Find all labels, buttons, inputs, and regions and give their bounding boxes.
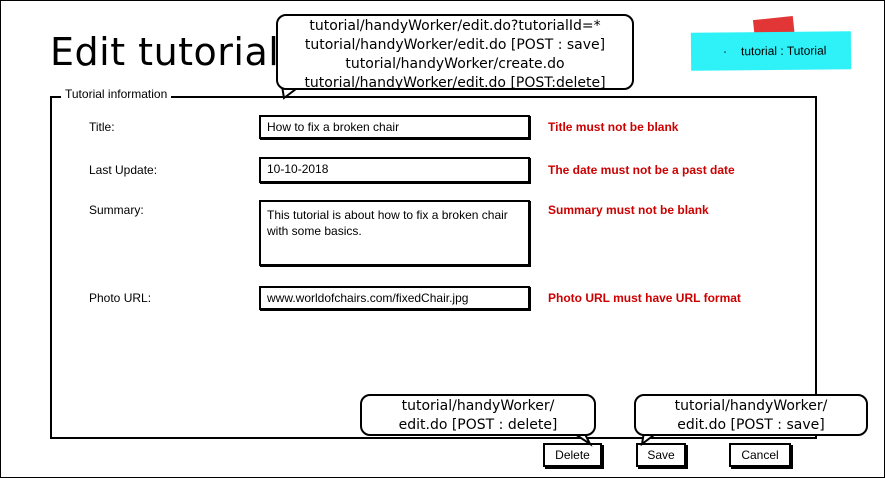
photo-url-label: Photo URL:	[89, 291, 152, 305]
summary-error: Summary must not be blank	[548, 203, 709, 217]
callout-delete-line2: edit.do [POST : delete]	[398, 417, 558, 433]
sticky-note: · tutorial : Tutorial	[690, 31, 852, 71]
last-update-error: The date must not be a past date	[548, 163, 735, 177]
last-update-label: Last Update:	[89, 163, 158, 177]
title-label: Title:	[89, 120, 115, 134]
sticky-note-text: tutorial : Tutorial	[740, 43, 827, 59]
callout-top-line2: tutorial/handyWorker/edit.do [POST : sav…	[304, 37, 606, 53]
title-input[interactable]: How to fix a broken chair	[259, 115, 530, 139]
title-error: Title must not be blank	[548, 120, 679, 134]
callout-save-line2: edit.do [POST : save]	[677, 417, 825, 433]
callout-top-line3: tutorial/handyWorker/create.do	[345, 56, 565, 72]
tutorial-fieldset	[50, 96, 817, 439]
page-title: Edit tutorial	[50, 30, 280, 74]
photo-url-error: Photo URL must have URL format	[548, 291, 741, 305]
callout-delete: tutorial/handyWorker/ edit.do [POST : de…	[360, 394, 596, 436]
photo-url-input[interactable]: www.worldofchairs.com/fixedChair.jpg	[259, 286, 530, 310]
callout-save: tutorial/handyWorker/ edit.do [POST : sa…	[634, 394, 868, 436]
fieldset-legend: Tutorial information	[61, 87, 172, 101]
callout-top-line4: tutorial/handyWorker/edit.do [POST:delet…	[304, 75, 606, 91]
summary-textarea[interactable]: This tutorial is about how to fix a brok…	[259, 200, 530, 266]
callout-top-line1: tutorial/handyWorker/edit.do?tutorialId=…	[309, 18, 601, 34]
bullet-icon: ·	[722, 44, 728, 59]
callout-delete-line1: tutorial/handyWorker/	[401, 398, 555, 414]
summary-label: Summary:	[89, 203, 144, 217]
last-update-input[interactable]: 10-10-2018	[259, 157, 530, 183]
callout-save-line1: tutorial/handyWorker/	[674, 398, 828, 414]
callout-top: tutorial/handyWorker/edit.do?tutorialId=…	[276, 14, 634, 91]
cancel-button[interactable]: Cancel	[729, 443, 791, 467]
